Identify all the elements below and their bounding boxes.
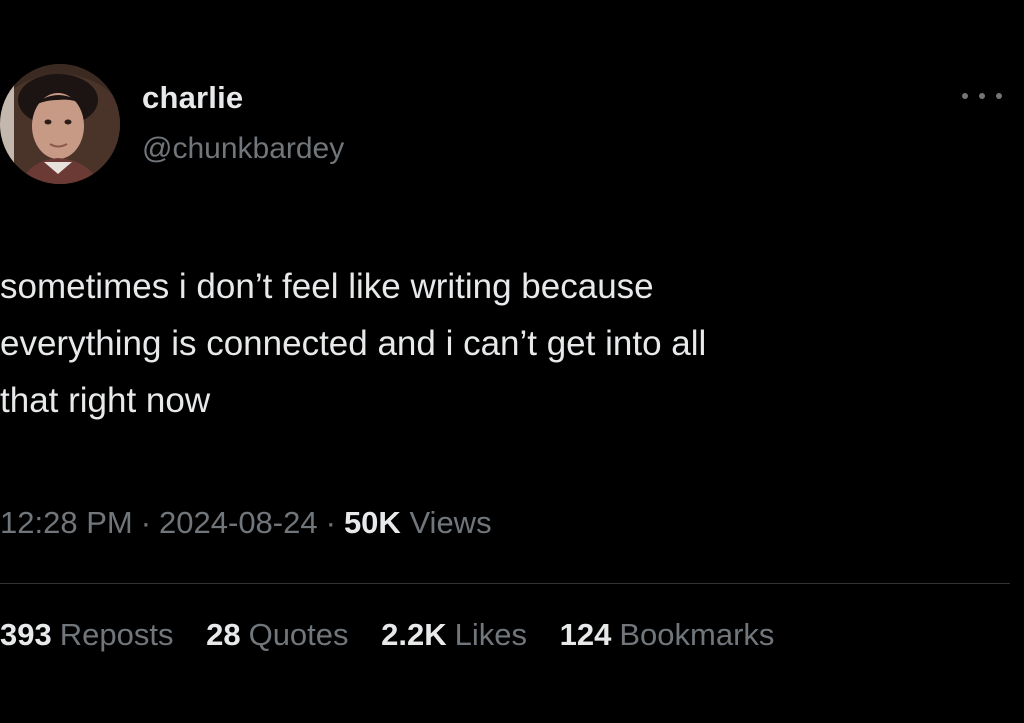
likes-label: Likes [454,617,528,652]
likes-count: 2.2K [381,617,447,652]
stat-reposts[interactable]: 393 Reposts [0,617,173,652]
stat-bookmarks[interactable]: 124 Bookmarks [560,617,775,652]
more-dot [996,93,1002,99]
quotes-label: Quotes [248,617,349,652]
meta-separator: · [140,505,152,540]
more-dot [979,93,985,99]
views-label: Views [409,505,492,540]
tweet-time[interactable]: 12:28 PM [0,505,133,540]
quotes-count: 28 [206,617,241,652]
engagement-stats: 393 Reposts 28 Quotes 2.2K Likes 124 Bookmar… [0,617,774,653]
avatar-image [0,64,120,184]
divider [0,583,1010,584]
views-count: 50K [343,505,401,540]
more-options-icon[interactable] [962,84,1002,108]
meta-separator: · [325,505,336,540]
author-handle[interactable]: @chunkbardey [142,132,344,166]
tweet-detail: charlie @chunkbardey sometimes i don’t f… [0,0,1024,723]
bookmarks-count: 124 [559,617,612,652]
tweet-date[interactable]: 2024-08-24 [159,505,318,540]
tweet-text: sometimes i don’t feel like writing beca… [0,267,707,420]
tweet-meta: 12:28 PM · 2024-08-24 · 50K Views [0,505,492,541]
more-dot [962,93,968,99]
reposts-label: Reposts [59,617,174,652]
avatar[interactable] [0,64,120,184]
author-name[interactable]: charlie [142,80,243,116]
stat-likes[interactable]: 2.2K Likes [381,617,527,652]
stat-quotes[interactable]: 28 Quotes [206,617,348,652]
bookmarks-label: Bookmarks [619,617,775,652]
reposts-count: 393 [0,617,52,652]
